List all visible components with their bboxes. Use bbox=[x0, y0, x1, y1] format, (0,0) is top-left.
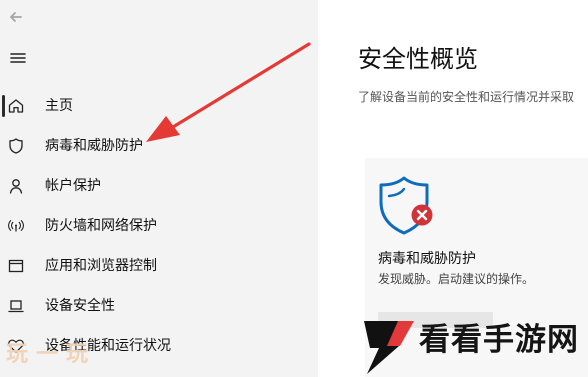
brand-watermark: 看看手游网 bbox=[419, 322, 579, 358]
sidebar-item-device-security[interactable]: 设备安全性 bbox=[0, 290, 318, 322]
sidebar-item-label: 主页 bbox=[45, 98, 73, 114]
sidebar-item-label: 设备安全性 bbox=[45, 298, 115, 314]
sidebar-item-virus-threat-protection[interactable]: 病毒和威胁防护 bbox=[0, 130, 318, 162]
left-watermark: 玩一玩 bbox=[6, 342, 97, 367]
sidebar-item-home[interactable]: 主页 bbox=[0, 90, 318, 122]
card-title: 病毒和威胁防护 bbox=[378, 251, 476, 267]
sidebar-item-account-protection[interactable]: 帐户保护 bbox=[0, 170, 318, 202]
menu-button[interactable] bbox=[0, 42, 36, 74]
browser-window-icon bbox=[6, 256, 26, 276]
person-icon bbox=[6, 176, 26, 196]
sidebar: 主页 病毒和威胁防护 帐户保护 防火墙和网络保护 应用和浏览器控制 设备安全性 … bbox=[0, 0, 318, 377]
shield-warning-icon bbox=[379, 176, 433, 235]
sidebar-item-label: 应用和浏览器控制 bbox=[45, 258, 157, 274]
sidebar-item-label: 防火墙和网络保护 bbox=[45, 218, 157, 234]
back-button[interactable] bbox=[0, 0, 34, 34]
sidebar-item-label: 病毒和威胁防护 bbox=[45, 138, 143, 154]
hamburger-icon bbox=[10, 53, 26, 63]
back-arrow-icon bbox=[10, 12, 22, 22]
shield-icon bbox=[6, 136, 26, 156]
home-icon bbox=[6, 96, 26, 116]
windows-security-window: 主页 病毒和威胁防护 帐户保护 防火墙和网络保护 应用和浏览器控制 设备安全性 … bbox=[0, 0, 588, 377]
sidebar-item-label: 帐户保护 bbox=[45, 178, 101, 194]
page-subtitle: 了解设备当前的安全性和运行情况并采取 bbox=[358, 90, 575, 104]
sidebar-item-app-browser-control[interactable]: 应用和浏览器控制 bbox=[0, 250, 318, 282]
card-description: 发现威胁。启动建议的操作。 bbox=[378, 272, 535, 286]
sidebar-item-firewall-network-protection[interactable]: 防火墙和网络保护 bbox=[0, 210, 318, 242]
laptop-icon bbox=[6, 296, 26, 316]
page-title: 安全性概览 bbox=[358, 45, 478, 73]
brand-logo-icon bbox=[364, 321, 414, 374]
wireless-icon bbox=[6, 216, 26, 236]
